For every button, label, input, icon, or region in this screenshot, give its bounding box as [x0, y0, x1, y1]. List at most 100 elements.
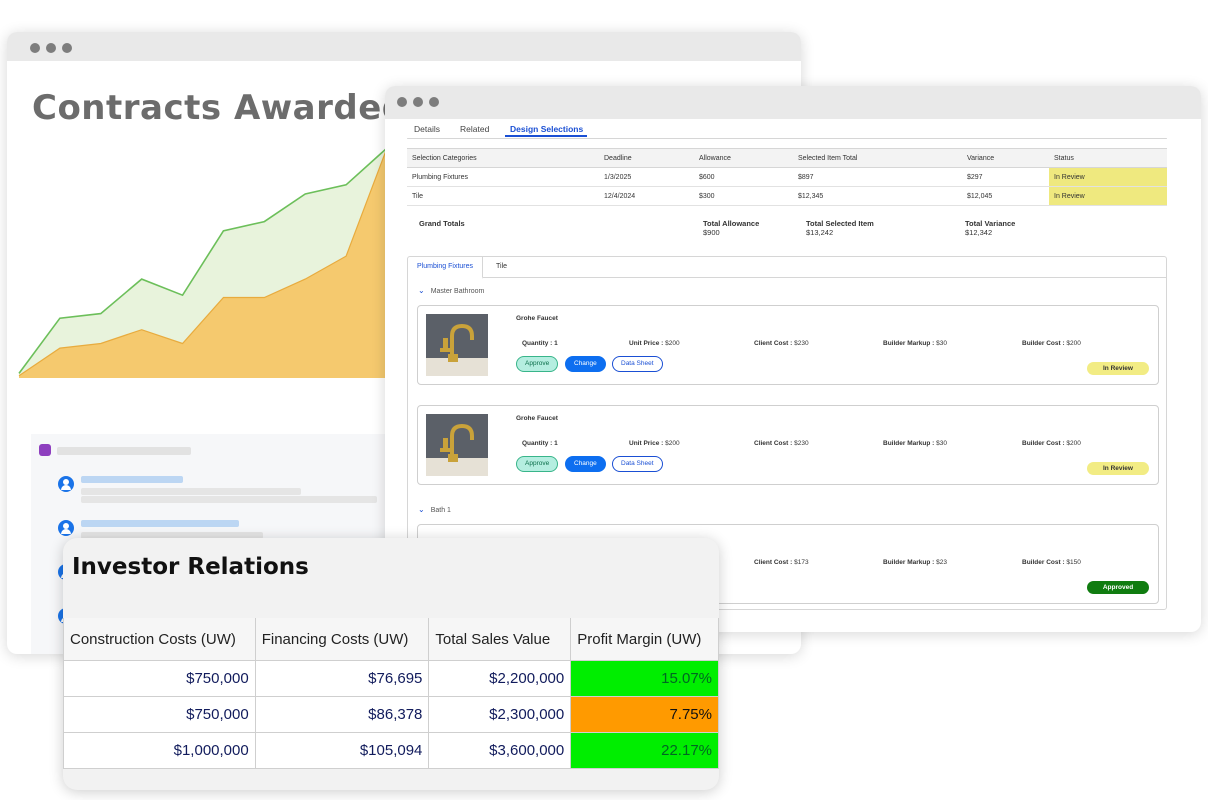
- column-header: Selected Item Total: [793, 148, 962, 168]
- approve-button[interactable]: Approve: [516, 456, 559, 472]
- table-cell: $1,000,000: [63, 732, 256, 769]
- table-header-row: Construction Costs (UW) Financing Costs …: [63, 618, 719, 661]
- investor-relations-card: Investor Relations Construction Costs (U…: [63, 538, 719, 790]
- total-selected-label: Total Selected Item: [806, 219, 874, 228]
- group-master-bathroom[interactable]: ⌄ Master Bathroom: [418, 286, 484, 295]
- selection-item-card: Grohe Faucet Quantity : 1 Unit Price : $…: [417, 405, 1159, 485]
- builder-markup-label: Builder Markup :: [883, 559, 937, 566]
- change-button[interactable]: Change: [565, 356, 606, 372]
- table-cell: $750,000: [63, 696, 256, 733]
- table-cell: $600: [694, 167, 793, 187]
- table-cell: Plumbing Fixtures: [407, 167, 599, 187]
- profit-margin-cell: 15.07%: [570, 660, 719, 697]
- skeleton-line: [81, 496, 377, 503]
- table-cell: Tile: [407, 186, 599, 206]
- table-row: $750,000 $86,378 $2,300,000 7.75%: [63, 696, 719, 733]
- unit-price-value: $200: [665, 440, 680, 447]
- table-row[interactable]: Tile 12/4/2024 $300 $12,345 $12,045 In R…: [407, 186, 1167, 206]
- skeleton-line: [57, 447, 191, 455]
- table-cell: 12/4/2024: [599, 186, 694, 206]
- table-cell: 1/3/2025: [599, 167, 694, 187]
- column-header: Status: [1049, 148, 1167, 168]
- column-header: Allowance: [694, 148, 793, 168]
- window-dot-icon: [62, 43, 72, 53]
- item-builder-markup: Builder Markup : $30: [883, 340, 947, 347]
- faucet-image: [426, 314, 488, 376]
- contracts-title: Contracts Awarded: [32, 88, 407, 128]
- skeleton-line: [81, 520, 239, 527]
- grand-totals-label: Grand Totals: [419, 219, 465, 228]
- approve-button[interactable]: Approve: [516, 356, 559, 372]
- sub-tab-tile[interactable]: Tile: [487, 257, 516, 277]
- item-client-cost: Client Cost : $230: [754, 340, 809, 347]
- item-client-cost: Client Cost : $230: [754, 440, 809, 447]
- status-badge: In Review: [1087, 362, 1149, 375]
- change-button[interactable]: Change: [565, 456, 606, 472]
- column-header: Total Sales Value: [428, 618, 572, 661]
- data-sheet-button[interactable]: Data Sheet: [612, 456, 663, 472]
- status-cell: In Review: [1049, 167, 1167, 187]
- unit-price-label: Unit Price :: [629, 440, 666, 447]
- window-title-bar: [385, 86, 1201, 119]
- item-builder-markup: Builder Markup : $30: [883, 440, 947, 447]
- builder-cost-value: $200: [1066, 340, 1081, 347]
- tab-design-selections[interactable]: Design Selections: [510, 124, 583, 134]
- total-selected-value: $13,242: [806, 228, 834, 237]
- selections-table: Selection Categories Deadline Allowance …: [407, 148, 1167, 206]
- item-client-cost: Client Cost : $173: [754, 559, 809, 566]
- table-cell: $105,094: [254, 732, 430, 769]
- table-row: $750,000 $76,695 $2,200,000 15.07%: [63, 660, 719, 697]
- item-name: Grohe Faucet: [516, 315, 558, 322]
- active-tab-underline: [505, 135, 587, 137]
- table-cell: $300: [694, 186, 793, 206]
- builder-cost-label: Builder Cost :: [1022, 340, 1067, 347]
- builder-markup-value: $30: [936, 340, 947, 347]
- profit-margin-cell: 7.75%: [570, 696, 719, 733]
- group-bath-1[interactable]: ⌄ Bath 1: [418, 505, 451, 514]
- data-sheet-button[interactable]: Data Sheet: [612, 356, 663, 372]
- builder-cost-label: Builder Cost :: [1022, 440, 1067, 447]
- total-allowance-value: $900: [703, 228, 720, 237]
- column-header: Deadline: [599, 148, 694, 168]
- client-cost-value: $173: [794, 559, 809, 566]
- status-cell: In Review: [1049, 186, 1167, 206]
- user-avatar-icon: [58, 476, 74, 492]
- table-header-row: Selection Categories Deadline Allowance …: [407, 148, 1167, 168]
- tab-related[interactable]: Related: [460, 124, 489, 134]
- investor-relations-title: Investor Relations: [72, 554, 309, 580]
- column-header: Construction Costs (UW): [63, 618, 256, 661]
- sub-tab-bar: Plumbing Fixtures Tile: [408, 257, 1166, 279]
- column-header: Selection Categories: [407, 148, 599, 168]
- client-cost-value: $230: [794, 440, 809, 447]
- builder-markup-value: $23: [936, 559, 947, 566]
- unit-price-label: Unit Price :: [629, 340, 666, 347]
- item-name: Grohe Faucet: [516, 415, 558, 422]
- item-quantity: Quantity : 1: [522, 440, 558, 447]
- window-dot-icon: [413, 97, 423, 107]
- tab-divider: [407, 138, 1167, 139]
- chevron-down-icon: ⌄: [418, 505, 425, 514]
- column-header: Variance: [962, 148, 1049, 168]
- window-dot-icon: [30, 43, 40, 53]
- item-quantity: Quantity : 1: [522, 340, 558, 347]
- builder-markup-label: Builder Markup :: [883, 440, 937, 447]
- skeleton-line: [81, 476, 183, 483]
- total-allowance-label: Total Allowance: [703, 219, 760, 228]
- table-cell: $2,200,000: [428, 660, 572, 697]
- total-variance-value: $12,342: [965, 228, 993, 237]
- status-badge: In Review: [1087, 462, 1149, 475]
- window-dot-icon: [397, 97, 407, 107]
- item-builder-cost: Builder Cost : $200: [1022, 440, 1081, 447]
- client-cost-value: $230: [794, 340, 809, 347]
- group-label: Bath 1: [430, 507, 451, 514]
- item-unit-price: Unit Price : $200: [629, 340, 680, 347]
- column-header: Profit Margin (UW): [570, 618, 719, 661]
- builder-cost-value: $200: [1066, 440, 1081, 447]
- builder-markup-label: Builder Markup :: [883, 340, 937, 347]
- sub-tab-plumbing-fixtures[interactable]: Plumbing Fixtures: [408, 257, 484, 279]
- contracts-area-chart: [18, 147, 388, 378]
- tab-details[interactable]: Details: [414, 124, 440, 134]
- table-cell: $86,378: [254, 696, 430, 733]
- client-cost-label: Client Cost :: [754, 559, 795, 566]
- table-row[interactable]: Plumbing Fixtures 1/3/2025 $600 $897 $29…: [407, 167, 1167, 187]
